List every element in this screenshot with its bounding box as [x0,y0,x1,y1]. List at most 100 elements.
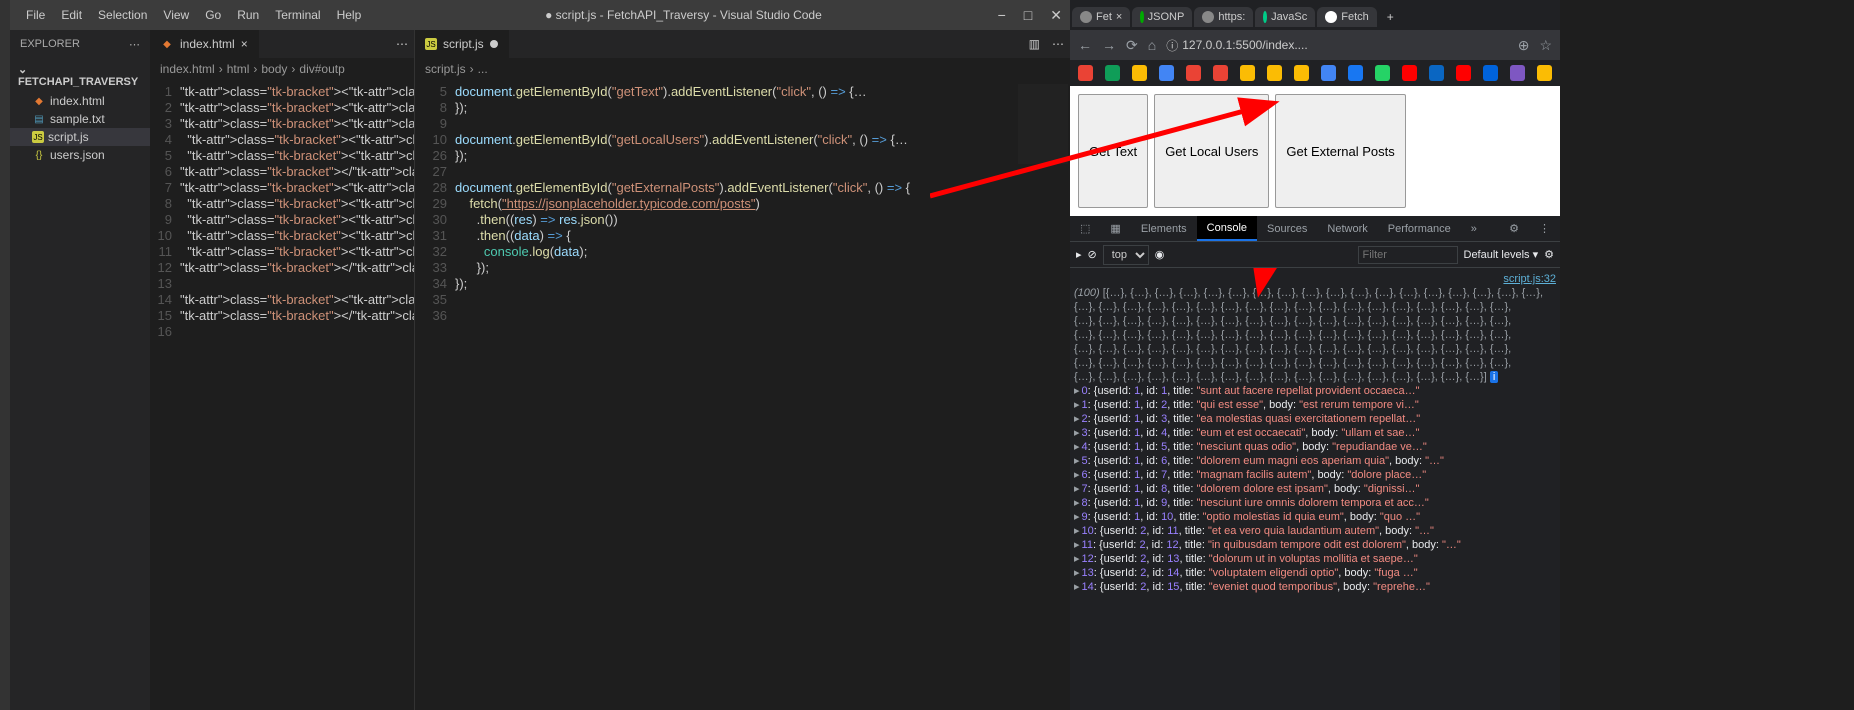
levels-dropdown[interactable]: Default levels ▾ [1464,248,1539,261]
bookmark-icon[interactable] [1159,65,1174,81]
crumb[interactable]: html [227,62,250,76]
address-bar[interactable]: ⓘ 127.0.0.1:5500/index.... [1166,37,1508,54]
forward-icon[interactable]: → [1102,37,1116,53]
activity-bar[interactable] [0,0,10,710]
bookmarks-bar[interactable] [1070,60,1560,86]
browser-tab[interactable]: JavaSc [1255,7,1315,27]
console-object-row[interactable]: 14: {userId: 2, id: 15, title: "eveniet … [1074,580,1556,594]
menu-view[interactable]: View [155,8,197,22]
crumb[interactable]: ... [478,62,488,76]
console-object-row[interactable]: 5: {userId: 1, id: 6, title: "dolorem eu… [1074,454,1556,468]
console-object-row[interactable]: 0: {userId: 1, id: 1, title: "sunt aut f… [1074,384,1556,398]
clear-icon[interactable]: ⊘ [1088,248,1097,261]
bookmark-icon[interactable] [1429,65,1444,81]
devtools-tab-console[interactable]: Console [1197,216,1257,241]
star-icon[interactable]: ☆ [1539,37,1552,54]
console-object-row[interactable]: 12: {userId: 2, id: 13, title: "dolorum … [1074,552,1556,566]
menu-go[interactable]: Go [197,8,229,22]
editor-content[interactable]: "tk-attr">class="tk-bracket"><"tk-attr">… [180,80,414,710]
bookmark-icon[interactable] [1240,65,1255,81]
menu-selection[interactable]: Selection [90,8,155,22]
close-icon[interactable]: × [1116,11,1122,23]
tab-script-js[interactable]: JS script.js [415,30,509,58]
menu-run[interactable]: Run [229,8,267,22]
devtools-tab-performance[interactable]: Performance [1378,216,1461,241]
crumb[interactable]: index.html [160,62,215,76]
close-icon[interactable]: ✕ [1050,7,1062,24]
filter-input[interactable] [1358,246,1458,264]
search-icon[interactable]: ⊕ [1518,37,1530,54]
browser-tab[interactable]: https: [1194,7,1253,27]
back-icon[interactable]: ← [1078,37,1092,53]
bookmark-icon[interactable] [1348,65,1363,81]
console-object-row[interactable]: 2: {userId: 1, id: 3, title: "ea molesti… [1074,412,1556,426]
get-local-users-button[interactable]: Get Local Users [1154,94,1269,208]
new-tab-button[interactable]: + [1379,6,1402,28]
explorer-more-icon[interactable]: ⋯ [129,38,140,51]
console-object-row[interactable]: 1: {userId: 1, id: 2, title: "qui est es… [1074,398,1556,412]
file-users-json[interactable]: {}users.json [10,146,150,164]
editor-content[interactable]: document.getElementById("getText").addEv… [455,80,1070,710]
bookmark-icon[interactable] [1213,65,1228,81]
gear-icon[interactable]: ⚙ [1544,248,1554,261]
get-text-button[interactable]: Get Text [1078,94,1148,208]
bookmark-icon[interactable] [1132,65,1147,81]
devtools-tab-sources[interactable]: Sources [1257,216,1317,241]
bookmark-icon[interactable] [1375,65,1390,81]
console-object-row[interactable]: 9: {userId: 1, id: 10, title: "optio mol… [1074,510,1556,524]
menu-help[interactable]: Help [329,8,370,22]
bookmark-icon[interactable] [1267,65,1282,81]
reload-icon[interactable]: ⟳ [1126,37,1138,54]
bookmark-icon[interactable] [1537,65,1552,81]
browser-tab[interactable]: Fet× [1072,7,1130,27]
menu-file[interactable]: File [18,8,53,22]
breadcrumb[interactable]: index.html›html›body›div#outp [150,58,414,80]
crumb[interactable]: script.js [425,62,466,76]
crumb[interactable]: div#outp [299,62,344,76]
split-icon[interactable]: ▥ [1023,30,1046,58]
context-select[interactable]: top [1103,245,1149,265]
bookmark-icon[interactable] [1105,65,1120,81]
bookmark-icon[interactable] [1078,65,1093,81]
bookmark-icon[interactable] [1294,65,1309,81]
bookmark-icon[interactable] [1456,65,1471,81]
source-link[interactable]: script.js:32 [1503,272,1556,286]
get-external-posts-button[interactable]: Get External Posts [1275,94,1405,208]
console-object-row[interactable]: 10: {userId: 2, id: 11, title: "et ea ve… [1074,524,1556,538]
console-object-row[interactable]: 7: {userId: 1, id: 8, title: "dolorem do… [1074,482,1556,496]
bookmark-icon[interactable] [1483,65,1498,81]
file-script-js[interactable]: JSscript.js [10,128,150,146]
home-icon[interactable]: ⌂ [1148,37,1156,53]
more-icon[interactable]: ⋯ [1046,30,1070,58]
bookmark-icon[interactable] [1186,65,1201,81]
bookmark-icon[interactable] [1402,65,1417,81]
tab-index-html[interactable]: ◆ index.html × [150,30,259,58]
console-output[interactable]: script.js:32(100) [{…}, {…}, {…}, {…}, {… [1070,268,1560,710]
console-object-row[interactable]: 6: {userId: 1, id: 7, title: "magnam fac… [1074,468,1556,482]
minimize-icon[interactable]: − [998,7,1006,24]
breadcrumb[interactable]: script.js›... [415,58,1070,80]
devtools-tab-network[interactable]: Network [1317,216,1377,241]
menu-icon[interactable]: ⋮ [1529,216,1560,241]
close-icon[interactable]: × [241,37,248,51]
bookmark-icon[interactable] [1510,65,1525,81]
gear-icon[interactable]: ⚙ [1499,216,1529,241]
console-object-row[interactable]: 13: {userId: 2, id: 14, title: "voluptat… [1074,566,1556,580]
console-object-row[interactable]: 3: {userId: 1, id: 4, title: "eum et est… [1074,426,1556,440]
devtools-tab-elements[interactable]: Elements [1131,216,1197,241]
menu-terminal[interactable]: Terminal [267,8,328,22]
menu-edit[interactable]: Edit [53,8,90,22]
bookmark-icon[interactable] [1321,65,1336,81]
folder-root[interactable]: FETCHAPI_TRAVERSY [10,59,150,92]
maximize-icon[interactable]: □ [1024,7,1032,24]
sidebar-toggle-icon[interactable]: ▸ [1076,248,1082,261]
crumb[interactable]: body [261,62,287,76]
more-icon[interactable]: ⋯ [390,30,414,58]
more-tabs-icon[interactable]: » [1461,216,1487,241]
eye-icon[interactable]: ◉ [1155,248,1165,261]
console-object-row[interactable]: 8: {userId: 1, id: 9, title: "nesciunt i… [1074,496,1556,510]
console-array-summary[interactable]: (100) [{…}, {…}, {…}, {…}, {…}, {…}, {…}… [1074,286,1556,384]
browser-tab[interactable]: JSONP [1132,7,1192,27]
inspect-icon[interactable]: ⬚ [1070,216,1100,241]
file-sample-txt[interactable]: ▤sample.txt [10,110,150,128]
